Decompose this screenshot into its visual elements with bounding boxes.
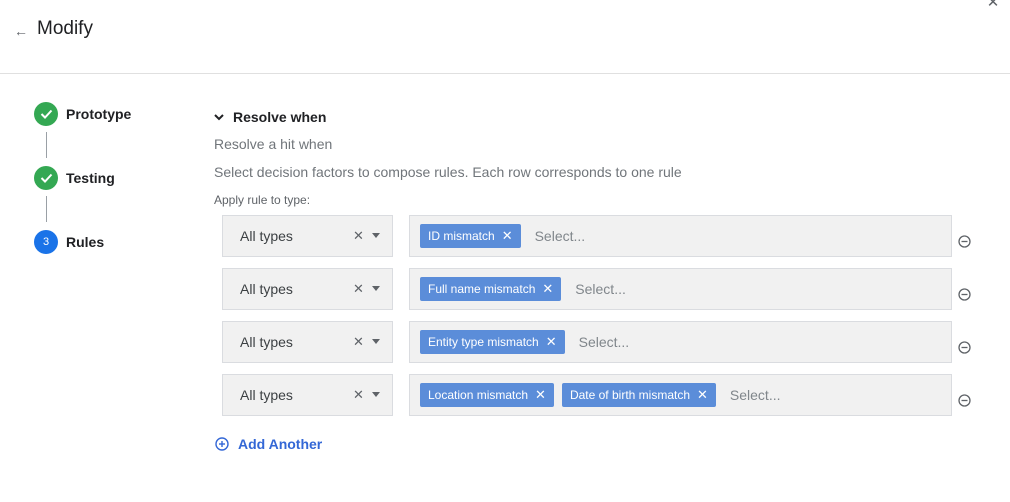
chip-remove-icon[interactable]: ✕ [697, 387, 708, 403]
step-number: 3 [34, 230, 58, 254]
rule-row: All types ✕ ID mismatch ✕ Select... [222, 215, 982, 257]
step-connector [46, 132, 47, 158]
type-select[interactable]: All types ✕ [222, 321, 393, 363]
section-subtitle: Resolve a hit when [214, 136, 333, 152]
type-select[interactable]: All types ✕ [222, 215, 393, 257]
check-icon [34, 102, 58, 126]
page-title: Modify [37, 18, 93, 39]
remove-rule-icon[interactable] [958, 235, 971, 248]
step-label: Testing [66, 170, 115, 186]
caret-down-icon[interactable] [372, 339, 380, 344]
clear-icon[interactable]: ✕ [353, 387, 364, 403]
rule-row: All types ✕ Full name mismatch ✕ Select..… [222, 268, 982, 310]
chip-label: Full name mismatch [428, 282, 536, 296]
clear-icon[interactable]: ✕ [353, 334, 364, 350]
type-select[interactable]: All types ✕ [222, 374, 393, 416]
step-prototype[interactable]: Prototype [34, 102, 131, 126]
add-another-button[interactable]: Add Another [215, 436, 322, 452]
chevron-down-icon [214, 114, 224, 121]
factor-placeholder: Select... [534, 228, 586, 244]
clear-icon[interactable]: ✕ [353, 281, 364, 297]
remove-rule-icon[interactable] [958, 394, 971, 407]
step-testing[interactable]: Testing [34, 166, 115, 190]
type-select[interactable]: All types ✕ [222, 268, 393, 310]
factor-select[interactable]: ID mismatch ✕ Select... [409, 215, 952, 257]
add-circle-icon [215, 437, 229, 451]
factor-select[interactable]: Full name mismatch ✕ Select... [409, 268, 952, 310]
section-title: Resolve when [233, 109, 327, 125]
chip-label: Date of birth mismatch [569, 388, 690, 402]
chip-label: Entity type mismatch [428, 335, 539, 349]
resolve-when-section: Resolve when [214, 109, 326, 125]
caret-down-icon[interactable] [372, 286, 380, 291]
step-connector [46, 196, 47, 222]
chip-label: Location mismatch [428, 388, 529, 402]
type-value: All types [240, 281, 293, 297]
rule-row: All types ✕ Location mismatch ✕ Date of b… [222, 374, 982, 416]
remove-rule-icon[interactable] [958, 341, 971, 354]
factor-chip: Location mismatch ✕ [420, 383, 554, 407]
back-arrow-icon[interactable]: ← [14, 23, 28, 39]
rule-row: All types ✕ Entity type mismatch ✕ Select… [222, 321, 982, 363]
factor-placeholder: Select... [729, 387, 781, 403]
type-value: All types [240, 228, 293, 244]
factor-select[interactable]: Location mismatch ✕ Date of birth mismatc… [409, 374, 952, 416]
type-value: All types [240, 334, 293, 350]
chip-remove-icon[interactable]: ✕ [502, 228, 513, 244]
apply-rule-label: Apply rule to type: [214, 193, 311, 207]
factor-select[interactable]: Entity type mismatch ✕ Select... [409, 321, 952, 363]
step-label: Prototype [66, 106, 132, 122]
caret-down-icon[interactable] [372, 392, 380, 397]
resolve-when-toggle[interactable]: Resolve when [214, 109, 326, 125]
chip-remove-icon[interactable]: ✕ [546, 334, 557, 350]
clear-icon[interactable]: ✕ [353, 228, 364, 244]
section-description: Select decision factors to compose rules… [214, 164, 682, 180]
step-rules[interactable]: 3 Rules [34, 230, 104, 254]
remove-rule-icon[interactable] [958, 288, 971, 301]
check-icon [34, 166, 58, 190]
factor-placeholder: Select... [575, 281, 626, 297]
factor-chip: ID mismatch ✕ [420, 224, 521, 248]
chip-remove-icon[interactable]: ✕ [542, 281, 553, 297]
factor-placeholder: Select... [578, 334, 630, 350]
factor-chip: Date of birth mismatch ✕ [561, 383, 716, 407]
caret-down-icon[interactable] [372, 233, 380, 238]
step-label: Rules [66, 234, 105, 250]
factor-chip: Entity type mismatch ✕ [420, 330, 565, 354]
add-another-label: Add Another [238, 436, 323, 452]
factor-chip: Full name mismatch ✕ [420, 277, 562, 301]
header: ← Modify [0, 0, 1010, 74]
type-value: All types [240, 387, 293, 403]
chip-label: ID mismatch [428, 229, 495, 243]
chip-remove-icon[interactable]: ✕ [535, 387, 546, 403]
